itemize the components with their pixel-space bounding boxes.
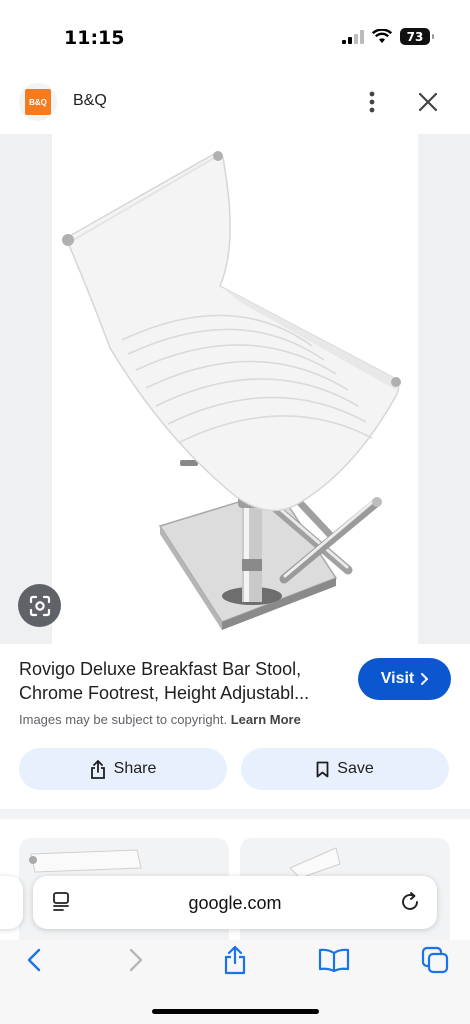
tabs-button[interactable] <box>417 942 453 978</box>
more-options-button[interactable] <box>358 86 386 118</box>
save-label: Save <box>337 760 374 777</box>
save-button[interactable]: Save <box>241 748 449 790</box>
bar-stool-illustration <box>62 151 401 630</box>
visit-button[interactable]: Visit <box>358 658 451 700</box>
product-image[interactable] <box>52 134 418 644</box>
google-lens-button[interactable] <box>18 584 61 627</box>
product-title-line2: Chrome Footrest, Height Adjustabl... <box>19 683 310 703</box>
status-icons: 73 <box>342 28 434 45</box>
google-lens-icon <box>29 595 50 616</box>
share-button[interactable]: Share <box>19 748 227 790</box>
tabs-icon <box>421 946 449 974</box>
battery-indicator: 73 <box>400 28 434 45</box>
chevron-right-icon <box>421 673 429 685</box>
status-bar: 11:15 73 <box>0 0 470 76</box>
previous-tab-peek[interactable] <box>0 876 23 929</box>
visit-label: Visit <box>380 670 415 687</box>
share-icon <box>224 945 246 975</box>
forward-icon <box>129 948 143 972</box>
back-icon <box>27 948 41 972</box>
site-favicon: B&Q <box>19 83 57 121</box>
copyright-notice: Images may be subject to copyright. Lear… <box>19 712 301 727</box>
browser-toolbar <box>0 940 470 1024</box>
share-label: Share <box>113 760 157 777</box>
reload-icon[interactable] <box>399 891 421 913</box>
more-vert-icon <box>369 91 375 113</box>
site-name[interactable]: B&Q <box>73 92 107 110</box>
address-bar[interactable]: google.com <box>33 876 437 929</box>
close-button[interactable] <box>412 86 444 118</box>
browser-share-button[interactable] <box>217 942 253 978</box>
wifi-icon <box>372 29 392 43</box>
signal-icon <box>342 29 364 44</box>
copyright-text: Images may be subject to copyright. <box>19 712 228 727</box>
forward-button[interactable] <box>118 942 154 978</box>
favicon-logo: B&Q <box>25 89 51 115</box>
product-title[interactable]: Rovigo Deluxe Breakfast Bar Stool, Chrom… <box>19 657 349 705</box>
url-text: google.com <box>188 893 282 913</box>
bookmark-icon <box>316 761 329 777</box>
result-header: B&Q B&Q <box>0 76 470 134</box>
section-divider <box>0 809 470 819</box>
learn-more-link[interactable]: Learn More <box>231 712 301 727</box>
share-icon <box>90 759 105 779</box>
product-title-line1: Rovigo Deluxe Breakfast Bar Stool, <box>19 659 302 679</box>
home-indicator <box>152 1009 319 1014</box>
back-button[interactable] <box>16 942 52 978</box>
status-time: 11:15 <box>64 27 125 49</box>
bookmarks-button[interactable] <box>316 942 352 978</box>
book-icon <box>318 948 350 972</box>
image-viewer <box>0 134 470 644</box>
close-icon <box>419 93 437 111</box>
